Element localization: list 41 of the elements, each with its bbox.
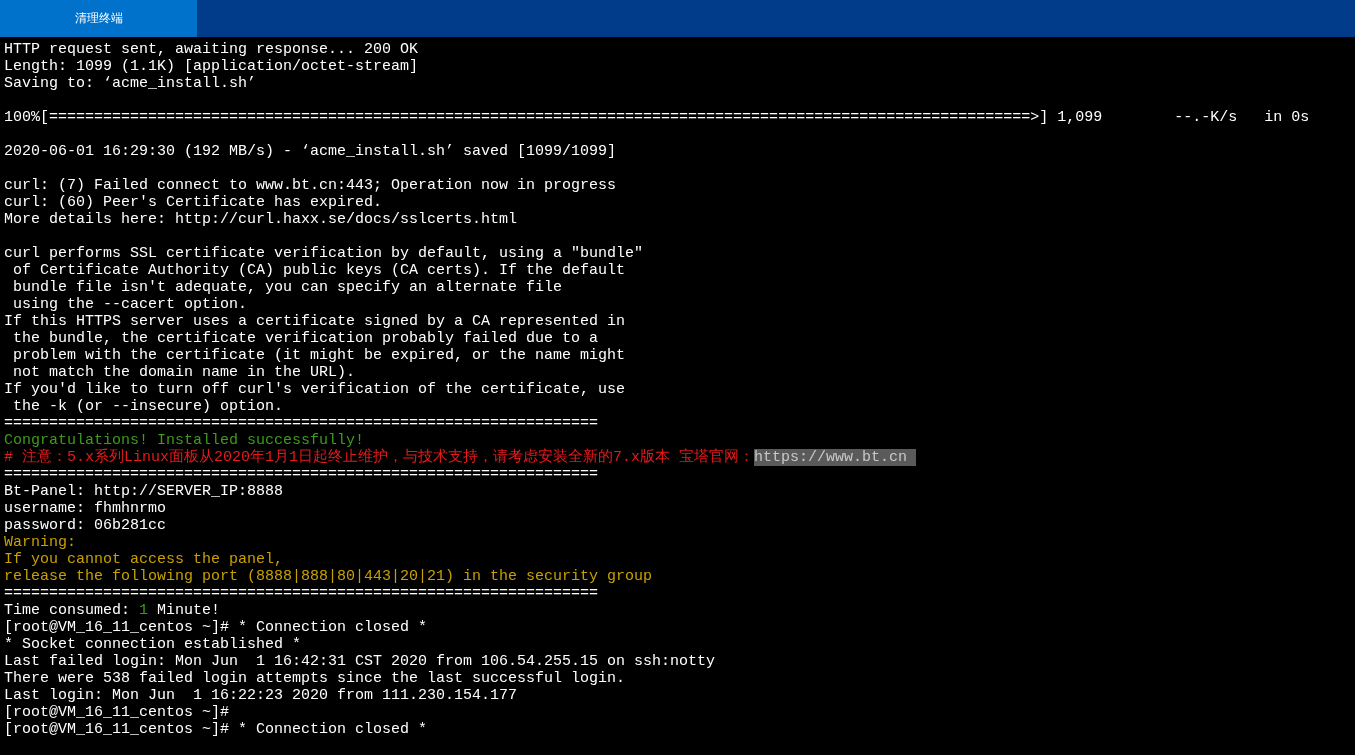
terminal-text: release the following port (8888|888|80|443|20|21) in the security group — [4, 568, 653, 585]
terminal-text: ================================================================== — [4, 415, 599, 432]
terminal-text: Congratulations! Installed successfully! — [4, 432, 365, 449]
terminal-text: 2020-06-01 16:29:30 (192 MB/s) - ‘acme_install.sh’ saved [1099/1099] — [4, 143, 617, 160]
terminal-text: Bt-Panel: http://SERVER_IP:8888 — [4, 483, 284, 500]
terminal-text: curl: (7) Failed connect to www.bt.cn:443; Operation now in progress — [4, 177, 617, 194]
terminal-text: username: fhmhnrmo — [4, 500, 167, 517]
terminal-text: * Socket connection established * — [4, 636, 302, 653]
terminal-text: HTTP request sent, awaiting response... 200 OK — [4, 41, 419, 58]
terminal-text: curl performs SSL certificate verification by default, using a "bundle" — [4, 245, 644, 262]
terminal-text: If you'd like to turn off curl's verification of the certificate, use — [4, 381, 626, 398]
terminal-text: More details here: http://curl.haxx.se/docs/sslcerts.html — [4, 211, 518, 228]
terminal-text: not match the domain name in the URL). — [12, 364, 356, 381]
terminal-text: Minute! — [156, 602, 221, 619]
terminal-text: the bundle, the certificate verification probably failed due to a — [12, 330, 599, 347]
terminal-text: [root@VM_16_11_centos ~]# * Connection closed * — [4, 721, 428, 738]
terminal-text: [root@VM_16_11_centos ~]# * Connection closed * — [4, 619, 428, 636]
terminal-text: # 注意：5.x系列Linux面板从2020年1月1日起终止维护，与技术支持，请考虑安装全新的7.x版本 宝塔官网： — [4, 449, 755, 466]
terminal-text: Saving to: ‘acme_install.sh’ — [4, 75, 257, 92]
terminal-text: ================================================================== — [4, 585, 599, 602]
terminal-text: Time consumed: — [4, 602, 132, 619]
terminal-text: bundle file isn't adequate, you can specify an alternate file — [12, 279, 563, 296]
terminal-text: using the --cacert option. — [12, 296, 248, 313]
terminal-text: Last login: Mon Jun 1 16:22:23 2020 from 111.230.154.177 — [4, 687, 518, 704]
terminal-text: 100%[=============================================================================================================>] 1,099 --.-K/s in 0s — [4, 109, 1310, 126]
terminal-text: Length: 1099 (1.1K) [application/octet-stream] — [4, 58, 419, 75]
terminal-text: Warning: — [4, 534, 76, 551]
selected-text: https://www.bt.cn — [754, 449, 917, 466]
terminal-text: problem with the certificate (it might be expired, or the name might — [12, 347, 626, 364]
terminal-text: [root@VM_16_11_centos ~]# — [4, 704, 230, 721]
terminal-text: There were 538 failed login attempts since the last successful login. — [4, 670, 626, 687]
terminal-text: 1 — [139, 602, 149, 619]
terminal-text: ================================================================== — [4, 466, 599, 483]
terminal-text: password: 06b281cc — [4, 517, 167, 534]
terminal-text: the -k (or --insecure) option. — [12, 398, 284, 415]
terminal-text: curl: (60) Peer's Certificate has expired. — [4, 194, 383, 211]
terminal-text: If this HTTPS server uses a certificate signed by a CA represented in — [4, 313, 626, 330]
terminal-text: If you cannot access the panel, — [4, 551, 284, 568]
terminal-text: Last failed login: Mon Jun 1 16:42:31 CST 2020 from 106.54.255.15 on ssh:notty — [4, 653, 716, 670]
clear-terminal-button[interactable]: 清理终端 — [0, 0, 197, 37]
terminal-text: of Certificate Authority (CA) public keys (CA certs). If the default — [12, 262, 626, 279]
